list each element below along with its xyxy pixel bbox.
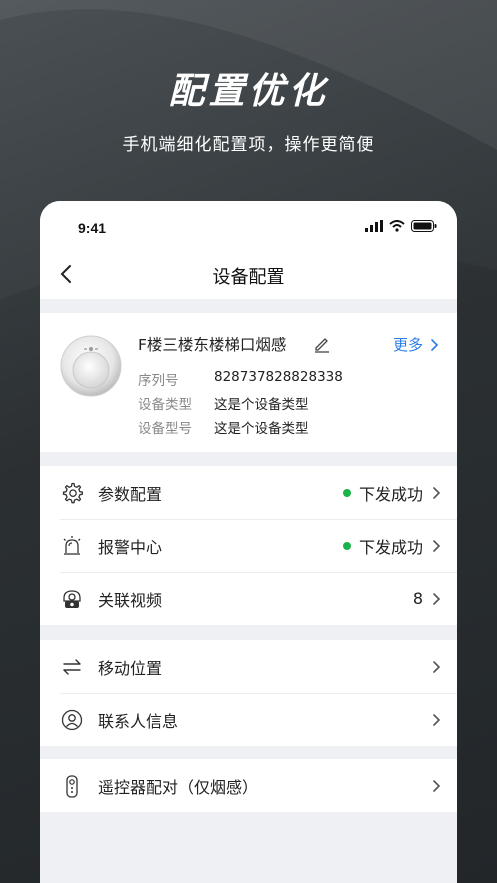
status-bar: 9:41 (40, 201, 457, 249)
row-status: 下发成功 (342, 534, 441, 558)
location-section: 移动位置 联系人信息 (40, 640, 457, 746)
edit-pencil-icon[interactable] (313, 335, 331, 353)
hero-subtitle: 手机端细化配置项，操作更简便 (122, 135, 375, 155)
row-param-config[interactable]: 参数配置 下发成功 (40, 466, 457, 519)
row-remote-pairing[interactable]: 遥控器配对（仅烟感） (40, 759, 457, 812)
smoke-detector-image (60, 335, 122, 397)
remote-control-icon (60, 774, 84, 798)
transfer-arrows-icon (60, 655, 84, 679)
row-arrow (431, 713, 441, 727)
row-label: 关联视频 (98, 590, 163, 610)
model-row: 设备型号 这是个设备类型 (138, 417, 309, 437)
row-arrow (431, 779, 441, 793)
chevron-right-icon (433, 779, 441, 792)
row-alarm-center[interactable]: 报警中心 下发成功 (40, 519, 457, 572)
status-icons (365, 220, 437, 232)
more-label: 更多 (392, 336, 423, 354)
battery-icon (411, 220, 437, 232)
contact-icon (60, 708, 84, 732)
row-status: 下发成功 (342, 481, 441, 505)
row-linked-video[interactable]: 关联视频 8 (40, 572, 457, 625)
chevron-right-icon (433, 539, 441, 552)
config-section: 参数配置 下发成功 报警中心 下发成功 关联视频 8 (40, 466, 457, 625)
alarm-icon (60, 534, 84, 558)
status-time: 9:41 (78, 220, 107, 236)
remote-section: 遥控器配对（仅烟感） (40, 759, 457, 812)
row-label: 报警中心 (98, 537, 163, 557)
model-value: 这是个设备类型 (214, 421, 309, 437)
chevron-right-icon (433, 592, 441, 605)
row-label: 参数配置 (98, 484, 163, 504)
model-label: 设备型号 (138, 421, 192, 437)
hero-title: 配置优化 (168, 71, 329, 112)
gear-icon (60, 481, 84, 505)
chevron-right-icon (433, 486, 441, 499)
status-text: 下发成功 (358, 484, 423, 504)
serial-value: 828737828828338 (214, 369, 343, 385)
video-count: 8 (412, 589, 423, 608)
nav-bar: 设备配置 (40, 249, 457, 299)
page-title: 设备配置 (212, 267, 285, 288)
signal-icon (365, 220, 383, 232)
type-label: 设备类型 (138, 397, 192, 413)
row-count: 8 (413, 589, 441, 608)
device-name: F楼三楼东楼梯口烟感 (138, 336, 287, 354)
row-label: 联系人信息 (98, 711, 179, 731)
more-button[interactable]: 更多 (393, 334, 439, 355)
status-text: 下发成功 (358, 537, 423, 557)
serial-row: 序列号 828737828828338 (138, 369, 343, 389)
type-row: 设备类型 这是个设备类型 (138, 393, 309, 413)
chevron-right-icon (433, 713, 441, 726)
type-value: 这是个设备类型 (214, 397, 309, 413)
row-label: 移动位置 (98, 658, 163, 678)
status-dot (342, 488, 351, 497)
phone-screen: 9:41 设备配置 F楼三楼东楼梯口烟感 更多 序列号 828737828828… (40, 201, 457, 883)
row-contact-info[interactable]: 联系人信息 (40, 693, 457, 746)
device-card: F楼三楼东楼梯口烟感 更多 序列号 828737828828338 设备类型 这… (40, 313, 457, 452)
status-dot (342, 541, 351, 550)
camera-icon (60, 587, 84, 611)
serial-label: 序列号 (138, 373, 179, 389)
row-move-location[interactable]: 移动位置 (40, 640, 457, 693)
chevron-right-icon (433, 660, 441, 673)
chevron-right-icon (431, 338, 439, 351)
row-label: 遥控器配对（仅烟感） (98, 777, 259, 797)
wifi-icon (389, 220, 405, 232)
row-arrow (431, 660, 441, 674)
